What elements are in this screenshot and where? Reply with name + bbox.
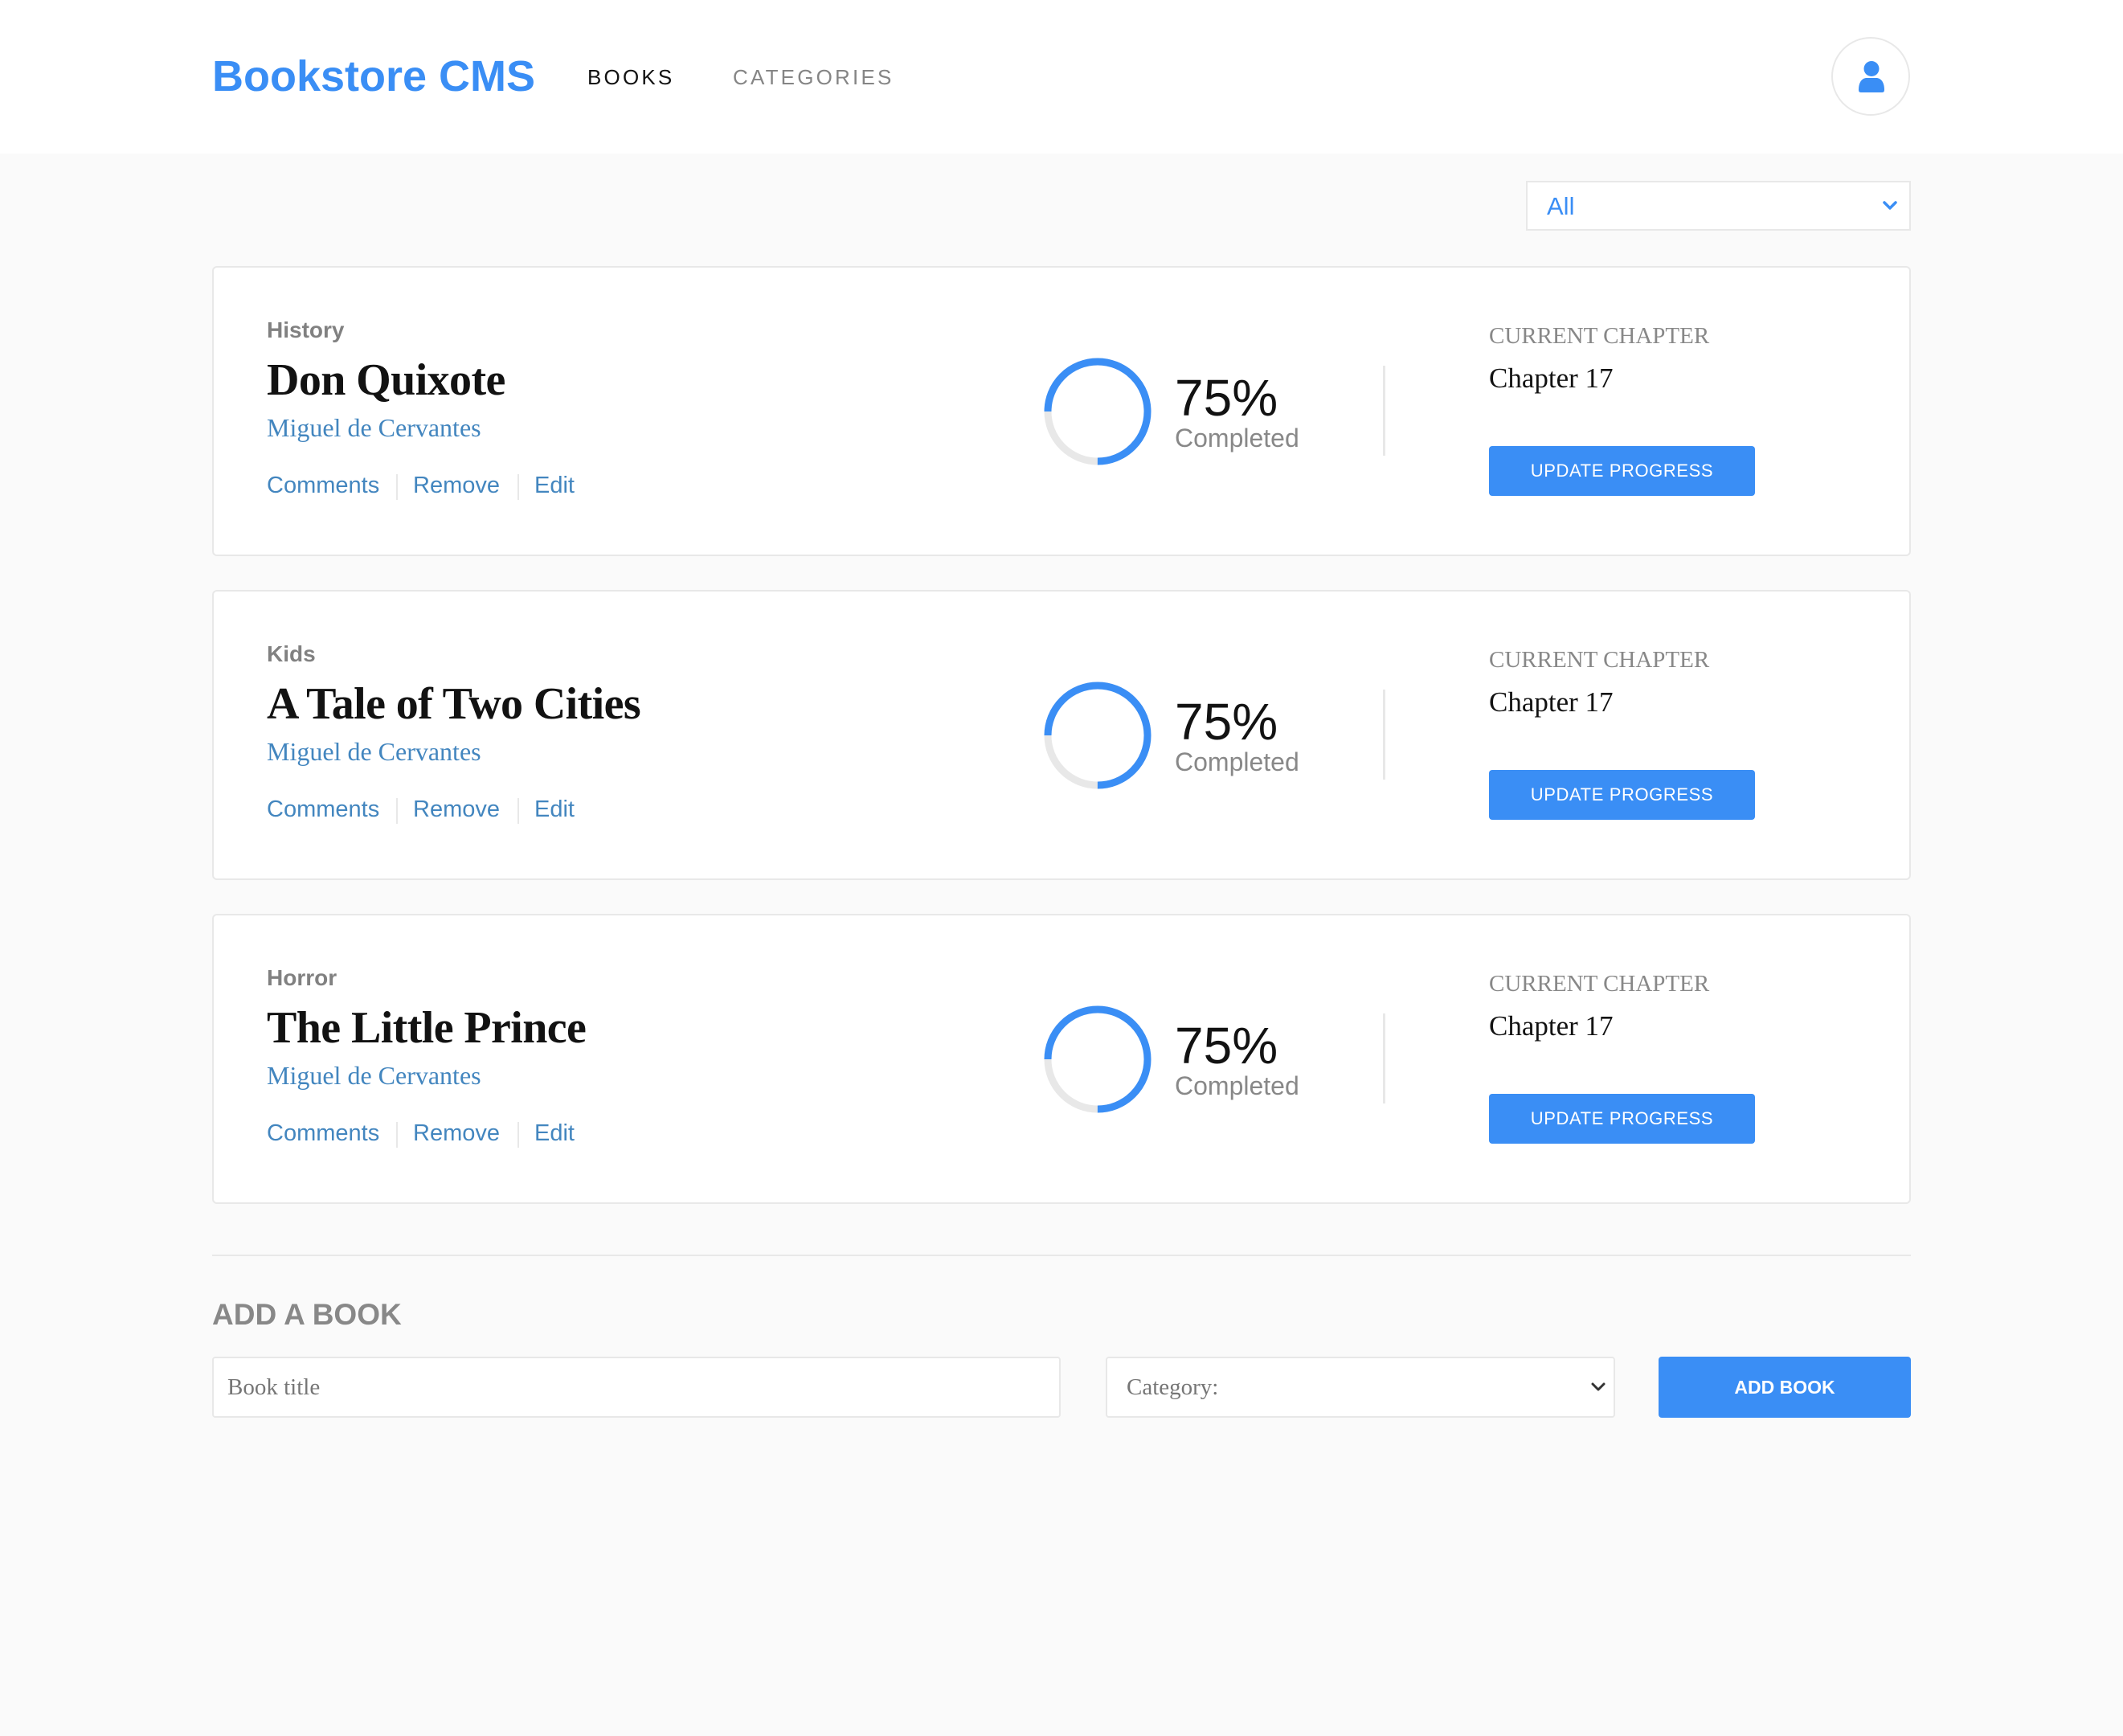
edit-button[interactable]: Edit	[534, 472, 575, 499]
section-divider	[1383, 1013, 1385, 1103]
update-progress-button[interactable]: UPDATE PROGRESS	[1489, 1094, 1755, 1144]
current-chapter: Chapter 17	[1489, 362, 1614, 394]
app-logo[interactable]: Bookstore CMS	[212, 50, 535, 103]
current-chapter-label: CURRENT CHAPTER	[1489, 971, 1710, 997]
action-divider	[517, 474, 519, 500]
progress-status: Completed	[1175, 1071, 1299, 1100]
progress-percent: 75%	[1175, 1017, 1278, 1075]
nav-categories[interactable]: CATEGORIES	[733, 64, 894, 90]
section-divider	[212, 1255, 1911, 1256]
update-progress-button[interactable]: UPDATE PROGRESS	[1489, 770, 1755, 820]
book-title: A Tale of Two Cities	[267, 679, 641, 729]
user-avatar-button[interactable]	[1831, 37, 1910, 116]
book-author[interactable]: Miguel de Cervantes	[267, 1060, 481, 1091]
book-title: The Little Prince	[267, 1003, 587, 1053]
edit-button[interactable]: Edit	[534, 1120, 575, 1147]
book-category: Kids	[267, 641, 316, 666]
progress-ring	[1044, 682, 1151, 789]
chevron-down-icon	[1883, 201, 1897, 210]
action-divider	[396, 474, 398, 500]
comments-button[interactable]: Comments	[267, 796, 379, 823]
remove-button[interactable]: Remove	[413, 796, 500, 823]
progress-percent: 75%	[1175, 693, 1278, 751]
book-category: Horror	[267, 965, 337, 990]
add-book-button[interactable]: ADD BOOK	[1659, 1357, 1911, 1418]
progress-ring	[1044, 358, 1151, 465]
progress-status: Completed	[1175, 424, 1299, 452]
action-divider	[396, 1122, 398, 1148]
nav-books[interactable]: BOOKS	[587, 64, 674, 90]
category-select[interactable]: Category:	[1106, 1357, 1615, 1418]
header: Bookstore CMS BOOKS CATEGORIES	[0, 0, 2123, 154]
action-divider	[517, 1122, 519, 1148]
current-chapter: Chapter 17	[1489, 686, 1614, 718]
comments-button[interactable]: Comments	[267, 1120, 379, 1147]
book-card: History Don Quixote Miguel de Cervantes …	[212, 266, 1911, 556]
update-progress-button[interactable]: UPDATE PROGRESS	[1489, 446, 1755, 496]
add-book-heading: ADD A BOOK	[212, 1298, 402, 1331]
section-divider	[1383, 690, 1385, 780]
book-title: Don Quixote	[267, 355, 505, 405]
current-chapter: Chapter 17	[1489, 1010, 1614, 1042]
remove-button[interactable]: Remove	[413, 1120, 500, 1147]
book-author[interactable]: Miguel de Cervantes	[267, 736, 481, 767]
category-placeholder: Category:	[1127, 1374, 1219, 1400]
book-title-placeholder: Book title	[227, 1374, 321, 1400]
section-divider	[1383, 366, 1385, 456]
book-card: Kids A Tale of Two Cities Miguel de Cerv…	[212, 590, 1911, 880]
comments-button[interactable]: Comments	[267, 472, 379, 499]
progress-status: Completed	[1175, 747, 1299, 776]
category-filter-select[interactable]: All	[1526, 181, 1911, 231]
user-icon	[1859, 61, 1884, 92]
action-divider	[396, 798, 398, 824]
current-chapter-label: CURRENT CHAPTER	[1489, 647, 1710, 673]
filter-selected-value: All	[1547, 192, 1575, 220]
chevron-down-icon	[1591, 1382, 1606, 1391]
action-divider	[517, 798, 519, 824]
current-chapter-label: CURRENT CHAPTER	[1489, 323, 1710, 349]
edit-button[interactable]: Edit	[534, 796, 575, 823]
book-title-input[interactable]: Book title	[212, 1357, 1061, 1418]
progress-ring	[1044, 1005, 1151, 1113]
book-author[interactable]: Miguel de Cervantes	[267, 412, 481, 443]
book-card: Horror The Little Prince Miguel de Cerva…	[212, 914, 1911, 1204]
book-category: History	[267, 317, 345, 342]
remove-button[interactable]: Remove	[413, 472, 500, 499]
progress-percent: 75%	[1175, 369, 1278, 427]
